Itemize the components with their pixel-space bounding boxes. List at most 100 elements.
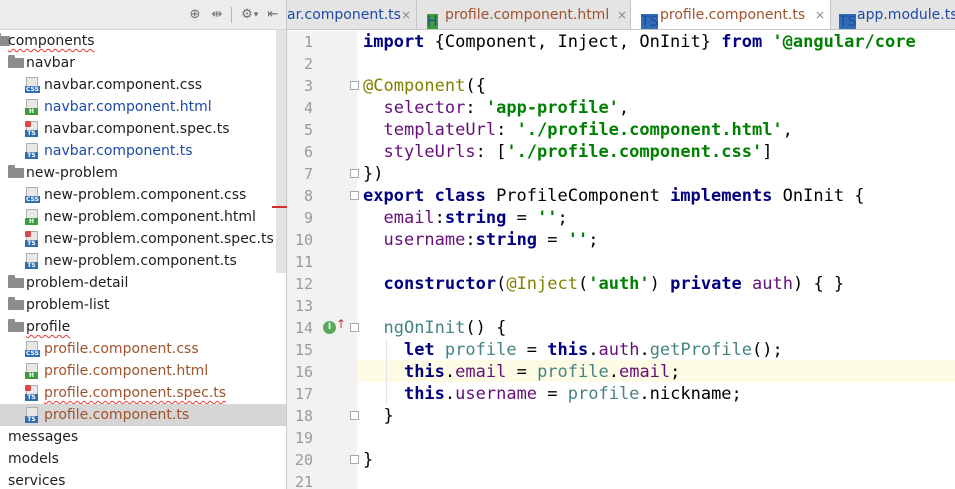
tree-item-label: messages — [8, 429, 79, 445]
line-number: 20 — [294, 451, 313, 469]
tree-file-item[interactable]: TS navbar.component.ts — [0, 140, 286, 162]
code-token: @Inject — [506, 274, 578, 294]
code-token: (); — [752, 340, 783, 360]
close-icon[interactable]: × — [617, 0, 627, 29]
code-token: email — [455, 362, 507, 382]
code-area[interactable]: import {Component, Inject, OnInit} from … — [357, 31, 955, 489]
code-token: : — [465, 98, 486, 118]
code-line: export class ProfileComponent implements… — [363, 185, 865, 207]
code-token: selector — [383, 98, 466, 118]
code-token: email — [618, 362, 671, 382]
code-token: . — [608, 362, 619, 382]
code-token: '' — [567, 230, 589, 250]
code-token: ; — [588, 230, 599, 250]
code-token: () { — [465, 318, 507, 338]
collapse-icon[interactable]: ⇹ — [208, 6, 226, 24]
html-file-icon: H — [25, 99, 40, 115]
code-token: auth — [752, 274, 793, 294]
file-icon-tag: H — [25, 218, 38, 225]
line-number: 2 — [303, 55, 313, 73]
spec-marker — [25, 231, 31, 237]
tree-file-item[interactable]: CSS new-problem.component.css — [0, 184, 286, 206]
tree-file-item[interactable]: CSS profile.component.css — [0, 338, 286, 360]
code-token: this — [403, 384, 445, 404]
code-token: private — [670, 274, 753, 294]
html-file-icon: H — [25, 209, 40, 225]
code-editor[interactable]: 1 2 3 4 5 6 7 8 9 10 11 12 13 14 15 16 17 18 19 20 21 import… — [287, 31, 955, 489]
tree-item-label: navbar.component.html — [44, 99, 212, 115]
code-token: , — [782, 120, 793, 140]
editor-tab[interactable]: TS profile.component.ts × — [631, 0, 831, 29]
editor-tab[interactable]: Hprofile.component.html × — [417, 0, 631, 29]
line-number: 3 — [303, 77, 313, 95]
tree-folder-item[interactable]: models — [0, 448, 286, 470]
editor-gutter: 1 2 3 4 5 6 7 8 9 10 11 12 13 14 15 16 17 18 19 20 21 — [287, 31, 359, 489]
editor-tab[interactable]: TS app.module.ts — [831, 0, 955, 29]
implements-method-icon[interactable]: I — [323, 321, 336, 334]
tree-file-item[interactable]: CSS navbar.component.css — [0, 74, 286, 96]
code-line: } — [363, 449, 373, 471]
chevron-down-icon[interactable]: ▾ — [251, 6, 261, 24]
code-token: = — [547, 230, 568, 250]
tree-folder-item[interactable]: messages — [0, 426, 286, 448]
tree-file-item[interactable]: TS navbar.component.spec.ts — [0, 118, 286, 140]
line-number: 15 — [294, 341, 313, 359]
tree-folder-item[interactable]: profile — [0, 316, 286, 338]
tree-folder-item[interactable]: new-problem — [0, 162, 286, 184]
tree-scrollbar[interactable] — [276, 30, 286, 273]
tree-item-label: navbar.component.ts — [44, 143, 193, 159]
line-number: 18 — [294, 407, 313, 425]
tree-file-item[interactable]: TS profile.component.ts — [0, 404, 286, 426]
tree-folder-item[interactable]: problem-detail — [0, 272, 286, 294]
line-number: 19 — [294, 429, 313, 447]
folder-icon — [8, 165, 24, 178]
hide-icon[interactable]: ⇤ — [264, 6, 282, 24]
code-line: this.username = profile.nickname; — [363, 383, 742, 405]
tree-file-item[interactable]: TS profile.component.spec.ts — [0, 382, 286, 404]
code-token: export class — [363, 186, 497, 206]
code-token: profile — [444, 340, 517, 360]
code-token: auth — [598, 340, 640, 360]
close-icon[interactable]: × — [401, 0, 411, 29]
tree-file-item[interactable]: TS new-problem.component.ts — [0, 250, 286, 272]
tree-item-label: navbar.component.spec.ts — [44, 121, 230, 137]
code-token: ( — [496, 274, 507, 294]
code-line: username:string = ''; — [363, 229, 599, 251]
tree-folder-item[interactable]: navbar — [0, 52, 286, 74]
code-token: profile — [567, 384, 640, 404]
file-icon-tag: CSS — [25, 86, 40, 93]
tree-folder-item[interactable]: services — [0, 470, 286, 489]
code-line: templateUrl: './profile.component.html', — [363, 119, 793, 141]
editor-tab[interactable]: ar.component.ts × — [287, 0, 417, 29]
tree-file-item[interactable]: TS new-problem.component.spec.ts — [0, 228, 286, 250]
tree-item-label: new-problem.component.css — [44, 187, 247, 203]
html-file-icon: H — [427, 7, 441, 29]
arrow-up-icon: ↑ — [336, 317, 347, 331]
tree-item-label: navbar — [26, 55, 75, 71]
code-token: .nickname; — [639, 384, 742, 404]
code-token: {Component, Inject, OnInit} — [434, 32, 722, 52]
code-token: : — [434, 208, 445, 228]
tree-folder-item[interactable]: problem-list — [0, 294, 286, 316]
ts-file-icon: TS — [25, 143, 40, 159]
code-token: ) { } — [792, 274, 845, 294]
ts-file-icon: TS — [641, 7, 659, 29]
tree-file-item[interactable]: Hprofile.component.html — [0, 360, 286, 382]
tree-folder-item[interactable]: components — [0, 30, 286, 52]
folder-icon — [8, 55, 24, 68]
line-number: 17 — [294, 385, 313, 403]
file-icon-tag: TS — [641, 14, 659, 30]
file-icon-tag: H — [25, 372, 38, 379]
close-icon[interactable]: × — [815, 0, 825, 29]
target-icon[interactable]: ⊕ — [186, 6, 204, 24]
code-token: . — [639, 340, 650, 360]
tree-file-item[interactable]: Hnew-problem.component.html — [0, 206, 286, 228]
code-token: styleUrls — [383, 142, 476, 162]
code-token: . — [444, 384, 456, 404]
line-number: 12 — [294, 275, 313, 293]
tree-file-item[interactable]: Hnavbar.component.html — [0, 96, 286, 118]
code-line: styleUrls: ['./profile.component.css'] — [363, 141, 772, 163]
